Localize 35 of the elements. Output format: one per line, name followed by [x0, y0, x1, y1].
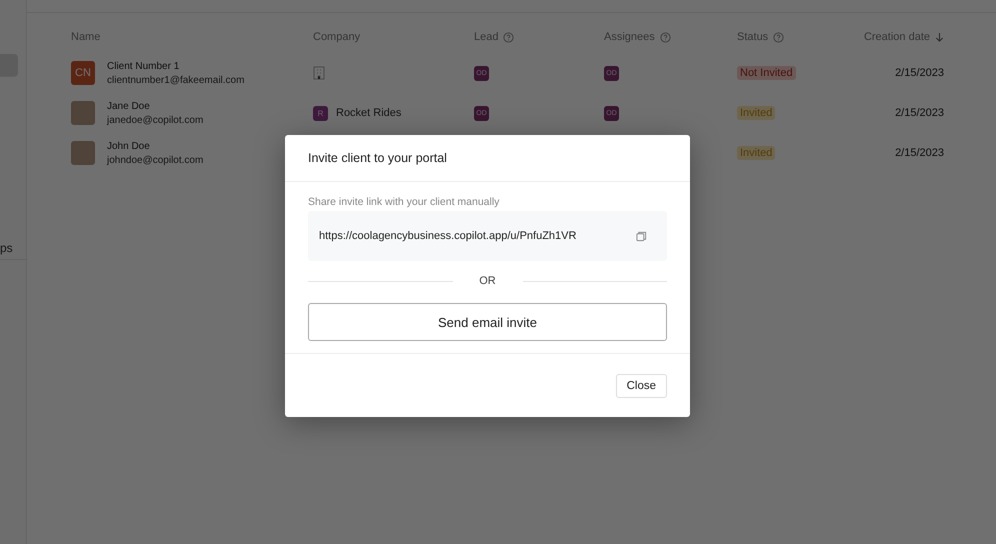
copy-icon[interactable]: [636, 230, 647, 242]
sidebar-item[interactable]: ps: [0, 237, 26, 260]
close-button[interactable]: Close: [616, 374, 667, 398]
column-header[interactable]: Name: [71, 31, 100, 43]
creation-date: 2/15/2023: [895, 107, 944, 119]
sort-arrow-icon[interactable]: [935, 32, 944, 42]
column-header[interactable]: Company: [313, 31, 360, 43]
dialog-title: Invite client to your portal: [308, 151, 447, 165]
help-icon[interactable]: [660, 32, 671, 42]
building-icon: [313, 66, 325, 80]
client-name: John Doe: [107, 140, 151, 152]
client-email: johndoe@copilot.com: [107, 154, 204, 166]
creation-date: 2/15/2023: [895, 147, 944, 159]
client-name: Client Number 1: [107, 60, 180, 72]
send-email-invite-button[interactable]: Send email invite: [308, 303, 667, 341]
column-header[interactable]: Lead: [474, 31, 498, 43]
photo-placeholder: [71, 141, 95, 165]
creation-date: 2/15/2023: [895, 67, 944, 79]
status-tag: Not Invited: [737, 66, 796, 80]
client-email: clientnumber1@fakeemail.com: [107, 74, 244, 86]
column-header[interactable]: Assignees: [604, 31, 655, 43]
client-email: janedoe@copilot.com: [107, 114, 204, 126]
client-name: Jane Doe: [107, 100, 151, 112]
share-label: Share invite link with your client manually: [308, 196, 500, 208]
company-badge: R: [313, 106, 328, 120]
photo-placeholder: [71, 101, 95, 125]
status-tag: Invited: [737, 146, 776, 160]
status-tag: Invited: [737, 106, 776, 120]
help-icon[interactable]: [503, 32, 514, 42]
company-name: Rocket Rides: [336, 107, 402, 119]
avatar: CN: [71, 61, 95, 85]
column-header[interactable]: Status: [737, 31, 768, 43]
invite-link-field[interactable]: https://coolagencybusiness.copilot.app/u/PnfuZh1VR: [308, 211, 667, 261]
help-icon[interactable]: [773, 32, 784, 42]
column-header[interactable]: Creation date: [864, 31, 930, 43]
